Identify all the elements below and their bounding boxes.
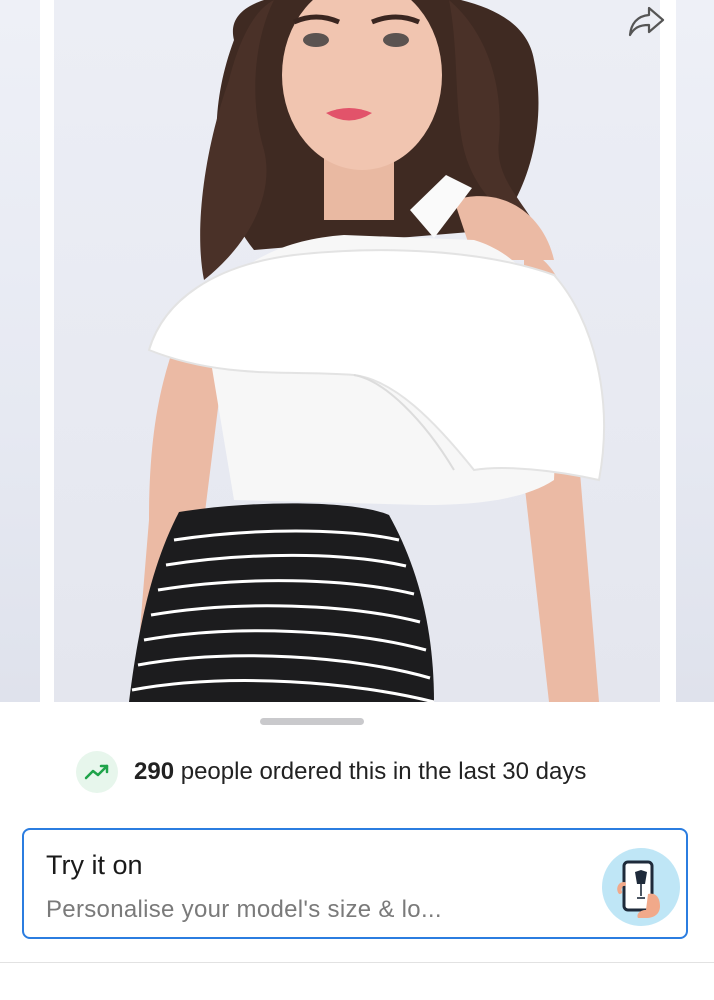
orders-text: 290 people ordered this in the last 30 d… (134, 758, 586, 786)
bottom-sheet-drag-handle[interactable] (260, 718, 364, 725)
trending-up-icon (84, 764, 109, 780)
try-it-on-card[interactable]: Try it on Personalise your model's size … (22, 828, 688, 939)
trending-badge (76, 751, 118, 793)
product-image-gallery[interactable] (0, 0, 714, 702)
product-image[interactable] (54, 0, 660, 702)
share-icon (628, 6, 665, 37)
next-image-peek[interactable] (676, 0, 714, 702)
orders-label: people ordered this in the last 30 days (174, 758, 587, 785)
orders-count: 290 (134, 758, 175, 785)
previous-image-peek[interactable] (0, 0, 40, 702)
model-illustration (129, 0, 605, 702)
divider (0, 962, 714, 963)
try-it-on-title: Try it on (46, 850, 143, 880)
try-it-on-subtitle: Personalise your model's size & lo... (46, 896, 442, 923)
orders-info-row: 290 people ordered this in the last 30 d… (76, 750, 586, 794)
phone-mannequin-icon (602, 848, 680, 926)
share-button[interactable] (624, 0, 670, 42)
